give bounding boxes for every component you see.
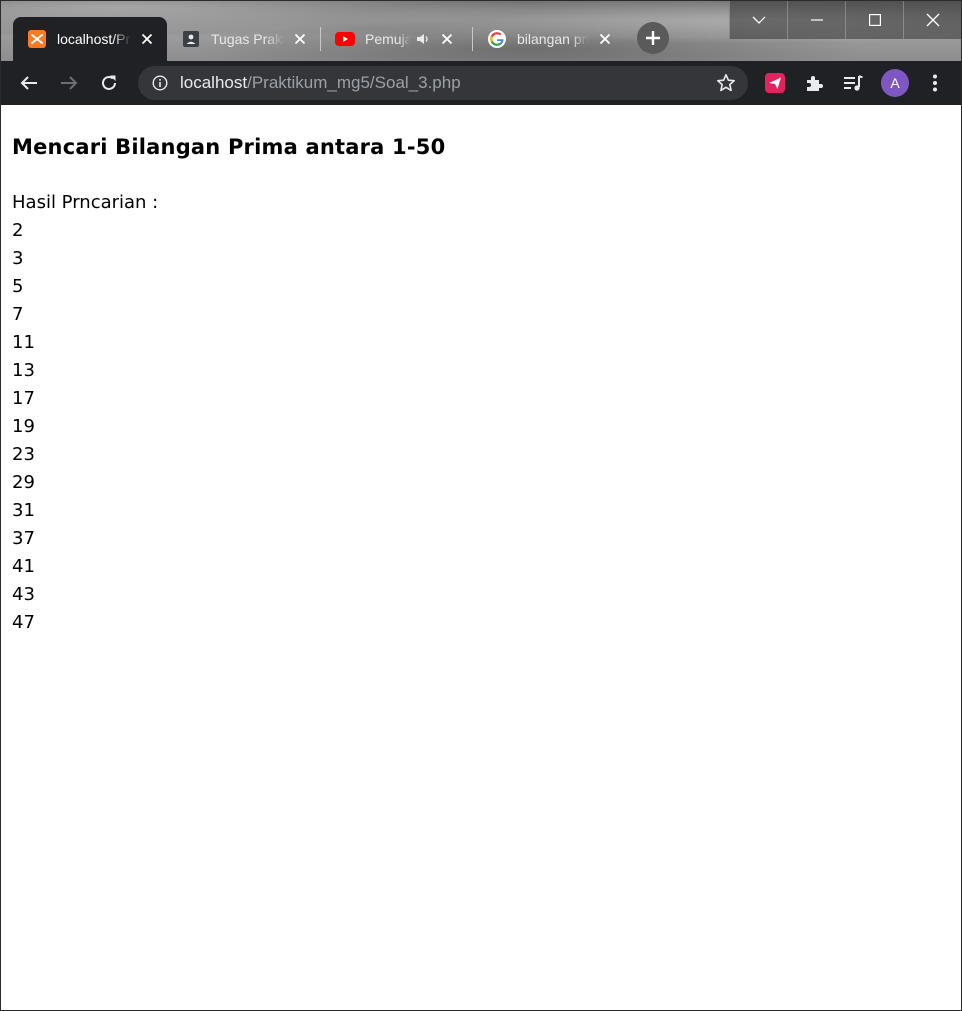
prime-number: 29 bbox=[12, 472, 35, 493]
result-block: Hasil Prncarian : 2 3 5 7 11 13 17 19 23… bbox=[12, 189, 158, 637]
window-controls bbox=[729, 1, 961, 39]
prime-number: 19 bbox=[12, 416, 35, 437]
close-icon[interactable] bbox=[595, 29, 615, 49]
prime-number: 3 bbox=[12, 248, 24, 269]
page-title: Mencari Bilangan Prima antara 1-50 bbox=[12, 135, 446, 159]
menu-kebab-icon[interactable] bbox=[923, 71, 947, 95]
prime-number: 31 bbox=[12, 500, 35, 521]
prime-number: 17 bbox=[12, 388, 35, 409]
close-icon[interactable] bbox=[290, 29, 310, 49]
reload-button[interactable] bbox=[89, 63, 129, 103]
prime-number: 23 bbox=[12, 444, 35, 465]
browser-toolbar: localhost/Praktikum_mg5/Soal_3.php A bbox=[1, 61, 961, 105]
prime-number: 11 bbox=[12, 332, 35, 353]
tab-title: localhost/Praktikum_mg5/Soal_3.php bbox=[57, 31, 131, 47]
new-tab-button[interactable] bbox=[637, 22, 669, 54]
chevron-down-icon bbox=[752, 16, 765, 24]
google-icon bbox=[487, 29, 507, 49]
address-bar[interactable]: localhost/Praktikum_mg5/Soal_3.php bbox=[138, 66, 748, 100]
minimize-button[interactable] bbox=[787, 1, 845, 39]
send-extension-icon[interactable] bbox=[763, 71, 787, 95]
url-path: /Praktikum_mg5/Soal_3.php bbox=[247, 73, 461, 92]
prime-number: 2 bbox=[12, 220, 24, 241]
media-queue-icon[interactable] bbox=[841, 71, 865, 95]
prime-number: 37 bbox=[12, 528, 35, 549]
tab-search-button[interactable] bbox=[729, 1, 787, 39]
minimize-icon bbox=[810, 19, 823, 21]
tab-tugas-praktikum[interactable]: Tugas Praktikum bbox=[167, 17, 320, 61]
info-icon[interactable] bbox=[150, 73, 170, 93]
prime-number: 47 bbox=[12, 612, 35, 633]
plus-icon bbox=[646, 31, 660, 45]
bookmark-star-icon[interactable] bbox=[716, 73, 736, 93]
reload-icon bbox=[102, 75, 116, 90]
prime-number: 5 bbox=[12, 276, 24, 297]
url-text: localhost/Praktikum_mg5/Soal_3.php bbox=[180, 73, 461, 93]
browser-window: localhost/Praktikum_mg5/Soal_3.php Tugas… bbox=[0, 0, 962, 1011]
tab-youtube[interactable]: Pemuja bbox=[321, 17, 472, 61]
close-icon[interactable] bbox=[137, 29, 157, 49]
arrow-left-icon bbox=[20, 76, 37, 90]
forward-button[interactable] bbox=[49, 63, 89, 103]
tab-google[interactable]: bilangan prima bbox=[473, 17, 625, 61]
tab-localhost[interactable]: localhost/Praktikum_mg5/Soal_3.php bbox=[13, 17, 167, 61]
profile-avatar[interactable]: A bbox=[881, 69, 909, 97]
maximize-icon bbox=[868, 14, 881, 26]
arrow-right-icon bbox=[61, 76, 78, 90]
close-icon[interactable] bbox=[437, 29, 457, 49]
prime-number: 7 bbox=[12, 304, 24, 325]
prime-number: 43 bbox=[12, 584, 35, 605]
speaker-icon[interactable] bbox=[415, 29, 431, 49]
classroom-icon bbox=[181, 29, 201, 49]
extensions-puzzle-icon[interactable] bbox=[802, 71, 826, 95]
url-host: localhost bbox=[180, 73, 248, 92]
tab-strip: localhost/Praktikum_mg5/Soal_3.php Tugas… bbox=[1, 1, 961, 61]
tab-title: bilangan prima bbox=[517, 31, 589, 47]
maximize-button[interactable] bbox=[845, 1, 903, 39]
xampp-icon bbox=[27, 29, 47, 49]
back-button[interactable] bbox=[9, 63, 49, 103]
prime-number: 41 bbox=[12, 556, 35, 577]
youtube-icon bbox=[335, 29, 355, 49]
close-icon bbox=[926, 13, 939, 27]
close-window-button[interactable] bbox=[903, 1, 961, 39]
tab-title: Tugas Praktikum bbox=[211, 31, 284, 47]
prime-number: 13 bbox=[12, 360, 35, 381]
tab-title: Pemuja bbox=[365, 31, 411, 47]
page-content: Mencari Bilangan Prima antara 1-50 Hasil… bbox=[1, 105, 961, 1010]
result-label: Hasil Prncarian : bbox=[12, 192, 159, 213]
